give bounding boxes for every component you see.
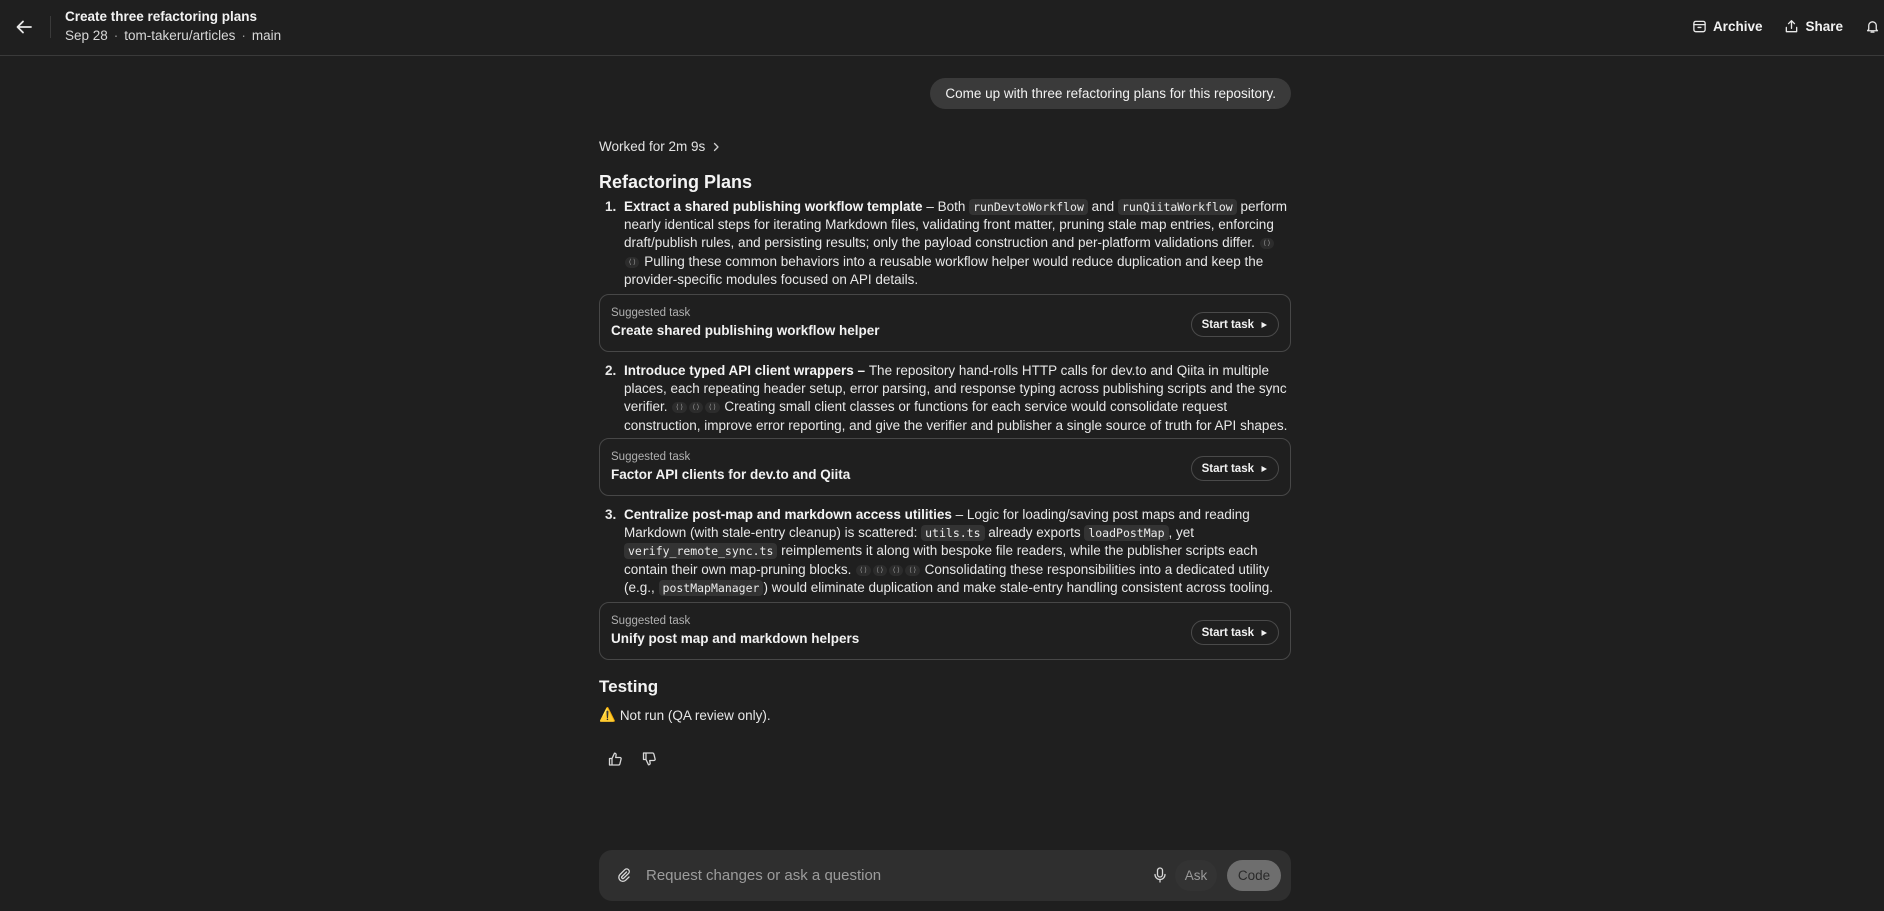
testing-status: ⚠️ Not run (QA review only). [599,707,771,723]
suggested-task-card: Suggested task Factor API clients for de… [599,438,1291,496]
code-run-qiita-workflow: runQiitaWorkflow [1117,199,1237,215]
citation-chip[interactable]: ⟨⟩ [905,564,920,576]
thumbs-up-icon [608,752,622,766]
worked-for-label: Worked for 2m 9s [599,139,706,154]
code-run-devto-workflow: runDevtoWorkflow [969,199,1088,215]
back-button[interactable] [10,13,38,41]
start-task-label: Start task [1201,626,1254,639]
suggested-task-title: Create shared publishing workflow helper [611,323,880,338]
thumbs-down-button[interactable] [639,749,659,769]
code-utils-ts: utils.ts [921,525,985,542]
archive-icon [1693,20,1706,32]
prompt-input[interactable] [646,862,1126,889]
archive-button[interactable]: Archive [1692,14,1763,38]
testing-text: Not run (QA review only). [619,707,771,723]
plan-item: 1. Extract a shared publishing workflow … [599,198,1291,289]
plan-number: 3. [605,507,617,522]
meta-separator: · [241,28,246,43]
plan-body: Creating small client classes or functio… [624,399,1288,433]
suggested-task-title: Factor API clients for dev.to and Qiita [611,467,851,482]
user-message: Come up with three refactoring plans for… [930,78,1291,109]
plan-number: 1. [605,199,617,214]
plan-dash: – Both [922,199,970,214]
suggested-task-label: Suggested task [611,451,691,463]
task-date: Sep 28 [65,28,108,43]
thumbs-down-icon [642,752,656,766]
testing-heading: Testing [599,677,659,696]
citation-chip[interactable]: ⟨⟩ [872,564,887,576]
plan-body: ) would eliminate duplication and make s… [763,579,1273,595]
start-task-button[interactable]: Start task [1190,456,1279,481]
start-task-button[interactable]: Start task [1190,620,1279,645]
back-arrow-icon [16,20,32,34]
conversation-column: Come up with three refactoring plans for… [599,0,1291,911]
citation-chip[interactable]: ⟨⟩ [889,564,904,576]
plan-dash: – [853,363,869,378]
plan-item: 3. Centralize post-map and markdown acce… [599,506,1291,597]
suggested-task-card: Suggested task Unify post map and markdo… [599,602,1291,660]
code-post-map-manager: postMapManager [658,579,764,596]
worked-for-toggle[interactable]: Worked for 2m 9s [599,139,721,154]
attach-button[interactable] [614,865,634,885]
share-icon [1786,19,1798,32]
plan-body: Pulling these common behaviors into a re… [624,253,1264,287]
plan-body: already exports [984,525,1085,541]
plan-title: Extract a shared publishing workflow tem… [624,199,923,214]
plan-dash: – [951,507,967,522]
plan-body: , yet [1168,525,1195,541]
plan-title: Centralize post-map and markdown access … [624,507,952,522]
code-verify-remote-sync: verify_remote_sync.ts [624,543,778,560]
citation-chip[interactable]: ⟨⟩ [688,402,704,414]
plan-text: Centralize post-map and markdown access … [624,506,1291,597]
meta-separator: · [113,28,119,43]
ask-mode-button[interactable]: Ask [1175,860,1217,891]
share-label: Share [1805,18,1843,34]
feedback-buttons [605,749,659,769]
voice-input-button[interactable] [1150,865,1170,885]
plan-title: Introduce typed API client wrappers [624,363,854,378]
code-load-post-map: loadPostMap [1084,525,1169,542]
bell-icon [1866,20,1879,33]
plan-text: Extract a shared publishing workflow tem… [624,198,1291,289]
thumbs-up-button[interactable] [605,749,625,769]
plan-number: 2. [605,363,617,378]
task-title: Create three refactoring plans [65,9,258,24]
composer: Ask Code [599,850,1291,901]
start-task-label: Start task [1201,318,1254,331]
suggested-task-title: Unify post map and markdown helpers [611,631,860,646]
microphone-icon [1154,867,1166,883]
task-title-block: Create three refactoring plans Sep 28 · to… [65,9,281,44]
citation-chip[interactable]: ⟨⟩ [705,402,720,414]
citation-chip[interactable]: ⟨⟩ [1259,238,1275,250]
branch-name[interactable]: main [252,28,281,43]
code-mode-button[interactable]: Code [1227,860,1281,891]
citation-chip[interactable]: ⟨⟩ [856,564,871,576]
suggested-task-label: Suggested task [611,615,691,627]
plan-text-and: and [1087,199,1118,214]
suggested-task-label: Suggested task [611,307,691,319]
share-button[interactable]: Share [1784,14,1843,38]
suggested-task-card: Suggested task Create shared publishing … [599,294,1291,352]
chevron-right-icon [714,142,719,151]
plan-text: Introduce typed API client wrappers – Th… [624,362,1291,435]
repo-name[interactable]: tom-takeru/articles [124,28,235,43]
start-task-button[interactable]: Start task [1190,312,1279,337]
archive-label: Archive [1712,18,1763,34]
plans-heading: Refactoring Plans [599,172,753,192]
plan-item: 2. Introduce typed API client wrappers –… [599,362,1291,435]
paperclip-icon [618,868,630,883]
start-task-label: Start task [1201,462,1254,475]
notifications-button[interactable] [1865,14,1880,38]
warning-icon: ⚠️ [599,707,616,722]
play-icon [1261,321,1267,328]
play-icon [1261,465,1267,472]
citation-chip[interactable]: ⟨⟩ [625,256,640,268]
citation-chip[interactable]: ⟨⟩ [672,402,687,414]
header-actions: Archive Share [1692,14,1884,38]
play-icon [1261,629,1267,636]
task-meta: Sep 28 · tom-takeru/articles · main [65,27,281,44]
header-divider [50,16,51,38]
